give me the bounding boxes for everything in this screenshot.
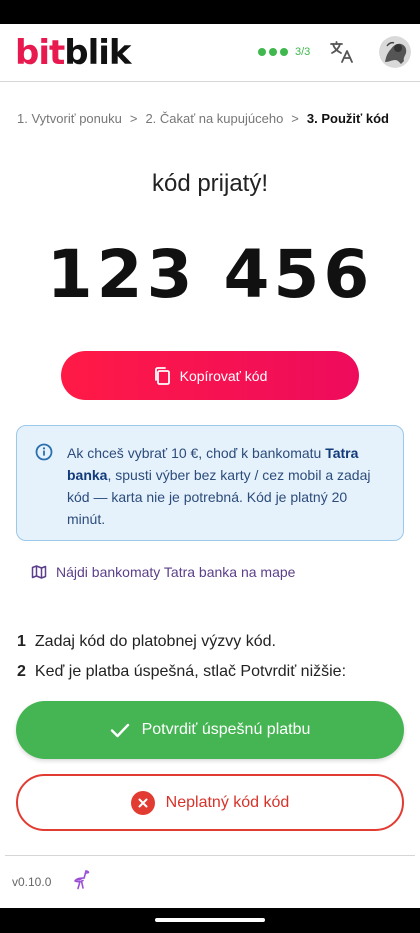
progress-indicator: 3/3 [258, 46, 310, 58]
blik-code: 123 456 [46, 236, 374, 313]
translate-button[interactable] [328, 38, 356, 66]
instruction-step: 1 Zadaj kód do platobnej výzvy kód. [17, 633, 276, 651]
bitblik-logo[interactable]: bitblik [15, 33, 132, 73]
check-icon [110, 723, 129, 738]
step-number: 2 [17, 663, 26, 680]
atm-map-link[interactable]: Nájdi bankomaty Tatra banka na mape [31, 564, 295, 580]
copy-code-label: Kopírovať kód [179, 367, 268, 384]
instruction-step: 2 Keď je platba úspešná, stlač Potvrdiť … [17, 663, 346, 681]
step-number: 1 [17, 633, 26, 650]
logo-bit: bit [15, 33, 65, 73]
progress-text: 3/3 [295, 46, 311, 58]
breadcrumb-separator: > [129, 111, 138, 126]
breadcrumb-separator: > [291, 111, 299, 126]
progress-dot-3 [280, 48, 288, 56]
breadcrumb: 1. Vytvoriť ponuku > 2. Čakať na kupujúc… [17, 111, 389, 126]
app-header: bitblik 3/3 [0, 24, 420, 82]
map-icon [31, 565, 47, 579]
home-gesture-handle[interactable] [155, 918, 265, 922]
step-text: Zadaj kód do platobnej výzvy kód. [34, 633, 276, 650]
copy-icon [154, 366, 170, 385]
breadcrumb-step-3: 3. Použiť kód [306, 111, 389, 126]
translate-icon [330, 41, 353, 63]
info-icon [35, 443, 53, 461]
status-bar [0, 0, 420, 24]
invalid-code-label: Neplatný kód kód [165, 793, 290, 811]
info-text-before: Ak chceš vybrať 10 €, choď k bankomatu [67, 445, 326, 461]
footer: v0.10.0 [5, 855, 415, 908]
close-icon [130, 790, 155, 815]
copy-code-button[interactable]: Kopírovať kód [61, 351, 359, 400]
invalid-code-button[interactable]: Neplatný kód kód [16, 774, 404, 831]
progress-dot-2 [269, 48, 277, 56]
received-title: kód prijatý! [151, 170, 269, 197]
breadcrumb-step-2: 2. Čakať na kupujúceho [145, 111, 284, 126]
confirm-payment-button[interactable]: Potvrdiť úspešnú platbu [16, 701, 404, 759]
info-box: Ak chceš vybrať 10 €, choď k bankomatu T… [16, 425, 404, 541]
step-text: Keď je platba úspešná, stlač Potvrdiť ni… [34, 663, 347, 680]
confirm-payment-label: Potvrdiť úspešnú platbu [141, 721, 311, 738]
progress-dot-1 [258, 48, 266, 56]
breadcrumb-step-1: 1. Vytvoriť ponuku [17, 111, 122, 126]
info-text-after: , spusti výber bez karty / cez mobil a z… [67, 467, 371, 527]
avatar[interactable] [379, 36, 411, 68]
atm-map-link-label: Nájdi bankomaty Tatra banka na mape [56, 564, 296, 580]
version-label: v0.10.0 [12, 875, 52, 889]
ostrich-icon[interactable] [71, 869, 91, 891]
info-text: Ak chceš vybrať 10 €, choď k bankomatu T… [67, 442, 387, 530]
logo-blik: blik [64, 33, 131, 73]
avatar-image [379, 36, 411, 68]
